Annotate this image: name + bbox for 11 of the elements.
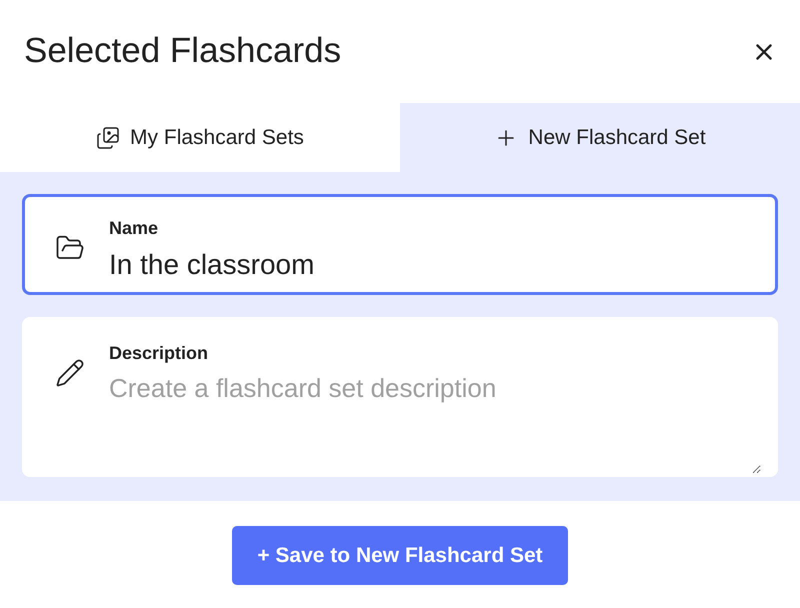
name-input[interactable]: In the classroom: [109, 244, 761, 286]
save-button[interactable]: + Save to New Flashcard Set: [232, 526, 568, 585]
field-label: Name: [109, 217, 160, 240]
tab[interactable]: New Flashcard Set: [400, 103, 800, 172]
description-input[interactable]: Create a flashcard set description: [109, 369, 761, 474]
name-field[interactable]: Name In the classroom: [22, 194, 778, 295]
field-label: Description: [109, 342, 210, 365]
description-field[interactable]: Description Create a flashcard set description: [22, 317, 778, 477]
pencil-icon: [55, 358, 85, 388]
dialog-title: Selected Flashcards: [24, 30, 342, 72]
pictures-icon: [96, 126, 120, 150]
